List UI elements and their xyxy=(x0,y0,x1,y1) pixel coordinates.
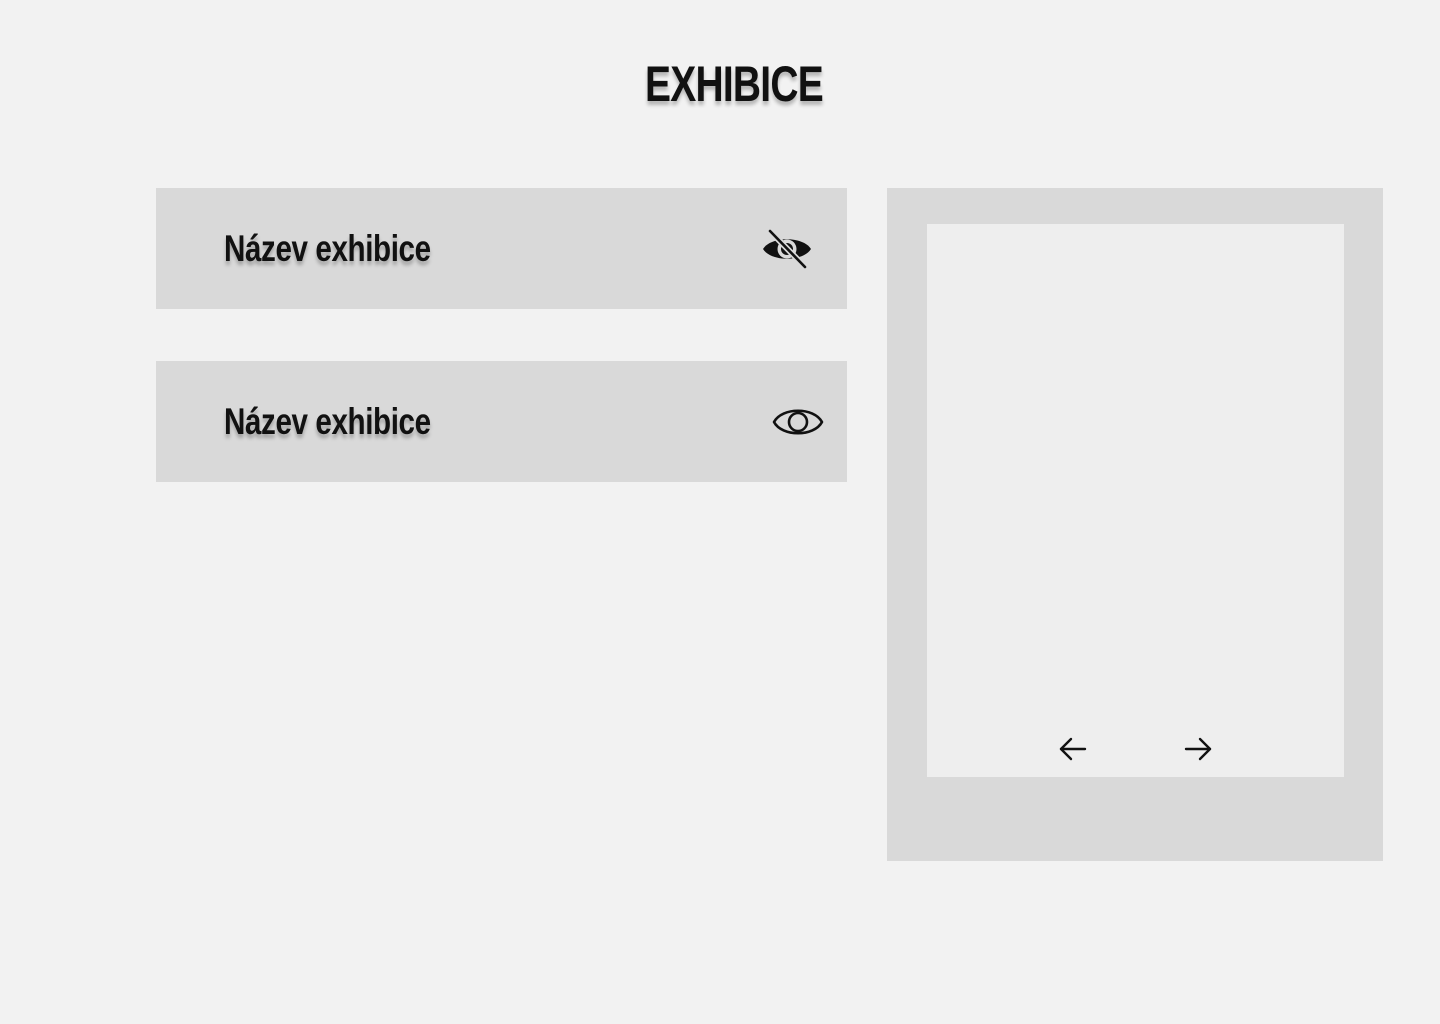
exhibit-name: Název exhibice xyxy=(224,401,431,442)
eye-icon[interactable] xyxy=(770,396,826,448)
page-title: EXHIBICE xyxy=(645,56,824,112)
exhibit-name: Název exhibice xyxy=(224,228,431,269)
eye-icon-svg xyxy=(772,409,824,435)
preview-panel xyxy=(887,188,1383,861)
arrow-left-icon[interactable] xyxy=(1055,734,1091,764)
exhibit-item[interactable]: Název exhibice xyxy=(156,188,847,309)
arrow-left-icon-svg xyxy=(1059,737,1087,761)
eye-off-icon[interactable] xyxy=(759,223,815,275)
preview-image-area xyxy=(927,224,1344,777)
eye-off-icon-svg xyxy=(763,228,811,270)
exhibit-item[interactable]: Název exhibice xyxy=(156,361,847,482)
arrow-right-icon-svg xyxy=(1184,737,1212,761)
arrow-right-icon[interactable] xyxy=(1180,734,1216,764)
